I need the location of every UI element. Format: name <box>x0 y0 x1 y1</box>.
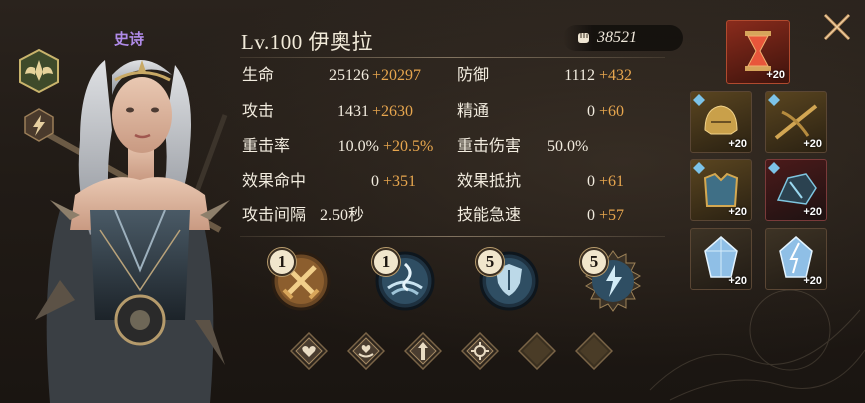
equip-armor[interactable]: +20 <box>690 159 752 221</box>
crosshair-rune-icon <box>460 331 500 371</box>
stat-base: 2.50秒 <box>320 207 365 224</box>
stat-label: 效果抵抗 <box>457 173 522 190</box>
skill-level-badge: 1 <box>372 248 400 276</box>
equip-crystal-2[interactable]: +20 <box>765 228 827 290</box>
rune-slot-5[interactable] <box>517 331 557 371</box>
stat-base: 0 <box>587 173 595 190</box>
stat-bonus: +432 <box>599 67 633 84</box>
enhance-level: +20 <box>803 206 822 218</box>
class-badge[interactable] <box>16 48 62 94</box>
equip-relic[interactable]: +20 <box>726 20 790 84</box>
stat-base: 50.0% <box>547 138 589 155</box>
stat-label: 重击伤害 <box>457 138 522 155</box>
stat-bonus: +61 <box>599 173 625 190</box>
enhance-level: +20 <box>728 275 747 287</box>
stat-label: 攻击间隔 <box>242 207 307 224</box>
empty-rune-slot <box>574 331 614 371</box>
stat-bonus: +57 <box>599 207 625 224</box>
gem-socket-icon <box>693 162 705 174</box>
combat-power: 38521 <box>563 25 683 51</box>
heart-rune-icon <box>289 331 329 371</box>
stat-attack: 攻击 1431 +2630 <box>242 101 452 123</box>
arrow-up-rune-icon <box>403 331 443 371</box>
fist-icon <box>578 33 589 43</box>
stat-label: 生命 <box>242 67 275 84</box>
stat-label: 精通 <box>457 103 490 120</box>
enhance-level: +20 <box>728 206 747 218</box>
hero-level-name: Lv.100 伊奥拉 <box>241 30 373 54</box>
stat-label: 攻击 <box>242 103 275 120</box>
skill-slot-3[interactable]: 5 <box>476 248 540 312</box>
skill-level-badge: 1 <box>268 248 296 276</box>
equip-weapon[interactable]: +20 <box>765 91 827 153</box>
stat-base: 0 <box>587 103 595 120</box>
rune-slot-2[interactable] <box>346 331 386 371</box>
stat-skill-haste: 技能急速 0 +57 <box>457 205 657 227</box>
skill-slot-2[interactable]: 1 <box>372 248 436 312</box>
stat-effect-resist: 效果抵抗 0 +61 <box>457 171 657 193</box>
stat-bonus: +2630 <box>372 103 414 120</box>
stat-effect-hit: 效果命中 0 +351 <box>242 171 452 193</box>
element-badge[interactable] <box>22 108 56 142</box>
empty-rune-slot <box>517 331 557 371</box>
rune-slot-4[interactable] <box>460 331 500 371</box>
gem-socket-icon <box>693 94 705 106</box>
gem-socket-icon <box>768 162 780 174</box>
stat-base: 1431 <box>337 103 369 120</box>
stats-divider <box>240 236 665 237</box>
stat-bonus: +60 <box>599 103 625 120</box>
hero-header: Lv.100 伊奥拉 38521 <box>241 25 683 55</box>
skill-level-badge: 5 <box>580 248 608 276</box>
stat-mastery: 精通 0 +60 <box>457 101 657 123</box>
rune-slot-1[interactable] <box>289 331 329 371</box>
stat-attack-interval: 攻击间隔 2.50秒 <box>242 205 452 227</box>
rune-slot-6[interactable] <box>574 331 614 371</box>
wings-class-icon <box>19 48 59 94</box>
rarity-label: 史诗 <box>113 32 144 48</box>
header-divider <box>240 57 665 58</box>
stat-crit-rate: 重击率 10.0% +20.5% <box>242 136 452 158</box>
stat-label: 重击率 <box>242 138 291 155</box>
rune-slot-3[interactable] <box>403 331 443 371</box>
stat-base: 1112 <box>564 67 595 84</box>
stat-base: 10.0% <box>337 138 379 155</box>
combat-power-value: 38521 <box>597 29 637 46</box>
stat-base: 0 <box>587 207 595 224</box>
stat-bonus: +351 <box>383 173 417 190</box>
stat-bonus: +20297 <box>372 67 422 84</box>
gem-socket-icon <box>768 94 780 106</box>
heart-hand-rune-icon <box>346 331 386 371</box>
skill-slot-4[interactable]: 5 <box>580 248 644 312</box>
enhance-level: +20 <box>803 138 822 150</box>
lightning-element-icon <box>24 108 54 142</box>
enhance-level: +20 <box>728 138 747 150</box>
stat-label: 效果命中 <box>242 173 307 190</box>
stat-bonus: +20.5% <box>383 138 434 155</box>
enhance-level: +20 <box>803 275 822 287</box>
equip-gloves[interactable]: +20 <box>765 159 827 221</box>
stat-defense: 防御 1112 +432 <box>457 65 657 87</box>
enhance-level: +20 <box>766 69 785 81</box>
background-texture <box>649 289 865 401</box>
stat-base: 0 <box>371 173 379 190</box>
skill-slot-1[interactable]: 1 <box>268 248 332 312</box>
close-icon[interactable] <box>820 10 854 44</box>
skill-level-badge: 5 <box>476 248 504 276</box>
stat-crit-damage: 重击伤害 50.0% <box>457 136 657 158</box>
stat-base: 25126 <box>329 67 369 84</box>
hero-detail-panel: 史诗 Lv.100 伊奥拉 38521 生命 25126 +20297 攻击 1… <box>0 0 865 403</box>
equip-crystal-1[interactable]: +20 <box>690 228 752 290</box>
equip-helmet[interactable]: +20 <box>690 91 752 153</box>
stat-label: 防御 <box>457 67 490 84</box>
stat-label: 技能急速 <box>457 207 522 224</box>
stat-hp: 生命 25126 +20297 <box>242 65 452 87</box>
